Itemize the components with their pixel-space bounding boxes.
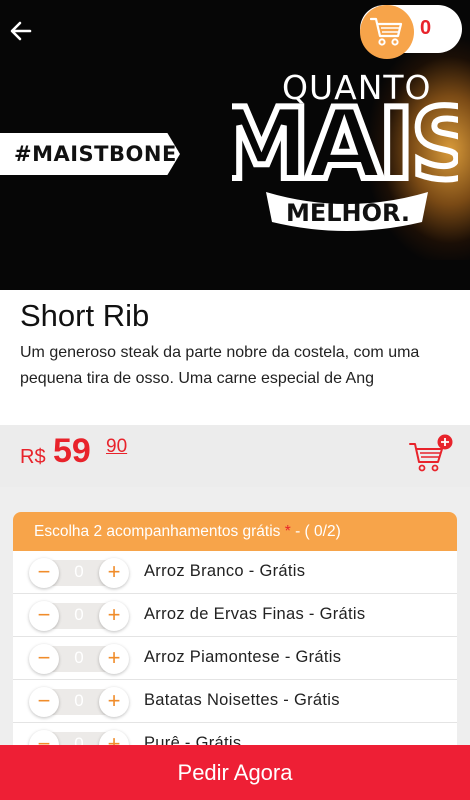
- increment-button[interactable]: +: [99, 558, 129, 588]
- price-currency: R$: [20, 446, 46, 468]
- banner-melhor-ribbon: MELHOR.: [266, 192, 428, 231]
- cart-button[interactable]: [360, 5, 414, 59]
- option-label: Batatas Noisettes - Grátis: [144, 691, 340, 709]
- option-row: − 0 + Arroz de Ervas Finas - Grátis: [13, 594, 457, 637]
- order-now-button[interactable]: Pedir Agora: [0, 745, 470, 800]
- options-counter: - ( 0/2): [295, 523, 341, 540]
- hashtag-label: #MAISTBONES: [0, 133, 180, 175]
- decrement-button[interactable]: −: [29, 644, 59, 674]
- quantity-stepper: − 0 +: [29, 601, 129, 631]
- decrement-button[interactable]: −: [29, 558, 59, 588]
- add-to-cart-icon[interactable]: [408, 434, 454, 474]
- product-description: Um generoso steak da parte nobre da cost…: [20, 344, 420, 387]
- svg-text:MELHOR.: MELHOR.: [286, 199, 410, 227]
- quantity-stepper: − 0 +: [29, 644, 129, 674]
- quantity-value: 0: [74, 691, 84, 710]
- price-cents: 90: [106, 436, 128, 457]
- options-header: Escolha 2 acompanhamentos grátis * - ( 0…: [13, 512, 457, 551]
- decrement-button[interactable]: −: [29, 687, 59, 717]
- decrement-button[interactable]: −: [29, 601, 59, 631]
- option-row: − 0 + Arroz Piamontese - Grátis: [13, 637, 457, 680]
- cart-count: 0: [420, 17, 432, 39]
- quantity-stepper: − 0 +: [29, 687, 129, 717]
- increment-button[interactable]: +: [99, 687, 129, 717]
- option-label: Arroz Piamontese - Grátis: [144, 648, 342, 666]
- quantity-value: 0: [74, 648, 84, 667]
- option-row: − 0 + Batatas Noisettes - Grátis: [13, 680, 457, 723]
- shopping-cart-icon: [370, 17, 403, 46]
- option-row: − 0 + Arroz Branco - Grátis: [13, 551, 457, 594]
- product-title: Short Rib: [20, 298, 150, 333]
- price-integer: 59: [53, 432, 91, 470]
- increment-button[interactable]: +: [99, 644, 129, 674]
- quantity-value: 0: [74, 562, 84, 581]
- options-header-text: Escolha 2 acompanhamentos grátis: [34, 523, 281, 540]
- quantity-stepper: − 0 +: [29, 558, 129, 588]
- option-label: Arroz de Ervas Finas - Grátis: [144, 605, 366, 623]
- arrow-left-icon[interactable]: [8, 18, 34, 44]
- option-label: Arroz Branco - Grátis: [144, 562, 306, 580]
- required-mark: *: [284, 523, 291, 540]
- quantity-value: 0: [74, 605, 84, 624]
- increment-button[interactable]: +: [99, 601, 129, 631]
